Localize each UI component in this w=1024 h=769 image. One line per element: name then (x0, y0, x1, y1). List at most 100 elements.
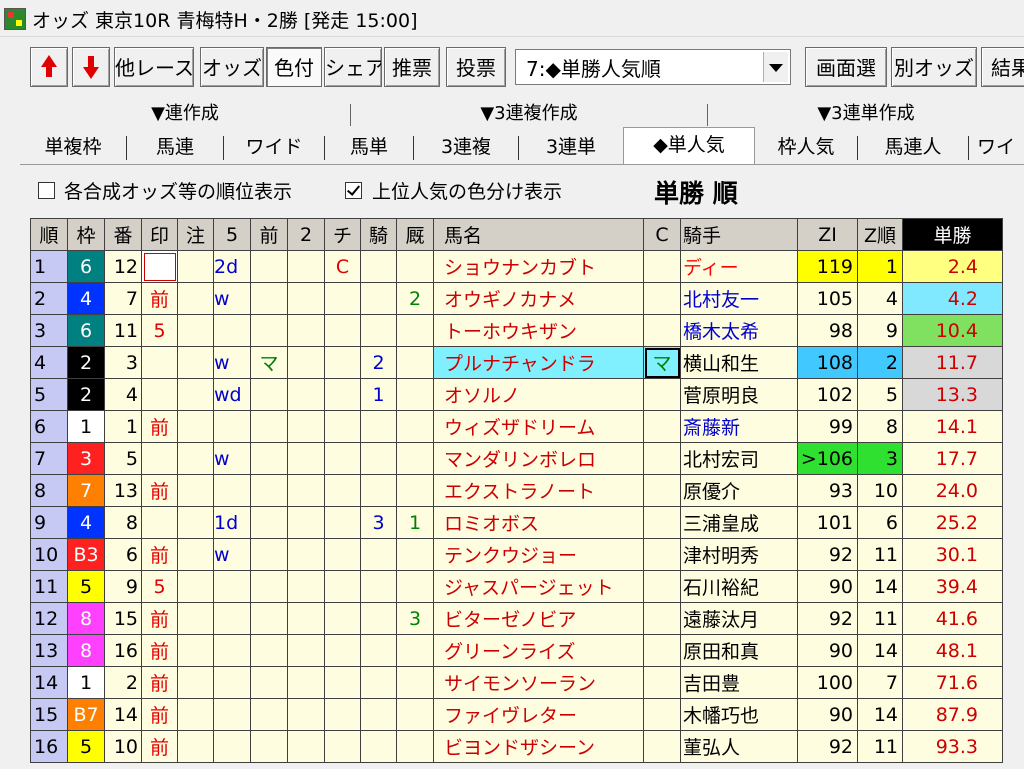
table-row[interactable]: 13 8 16 前 グリーンライズ 原田和真 90 14 48.1 (30, 634, 1003, 667)
prev-cell (250, 698, 288, 731)
jockey-cell: 斎藤新 (680, 410, 798, 443)
col-header-win-odds[interactable]: 単勝 (902, 218, 1003, 251)
col-header-mark[interactable]: 印 (141, 218, 178, 251)
table-row[interactable]: 5 2 4 wd 1 オソルノ 菅原明良 102 5 13.3 (30, 378, 1003, 411)
options-bar: 各合成オッズ等の順位表示 上位人気の色分け表示 単勝 順 (0, 172, 1024, 212)
other-odds-button[interactable]: 別オッズ (891, 47, 977, 87)
rank-cell: 16 (30, 730, 68, 763)
prev-race-button[interactable] (30, 47, 68, 87)
table-row[interactable]: 3 6 11 5 トーホウキザン 橋木太希 98 9 10.4 (30, 314, 1003, 347)
vote-button[interactable]: 投票 (446, 47, 506, 87)
table-row[interactable]: 14 1 2 前 サイモンソーラン 吉田豊 100 7 71.6 (30, 666, 1003, 699)
table-row[interactable]: 7 3 5 w マンダリンボレロ 北村宏司 >106 3 17.7 (30, 442, 1003, 475)
tab-3renpuku[interactable]: 3連複 (414, 130, 518, 164)
col-header-jockey[interactable]: 騎手 (680, 218, 798, 251)
tab-tan-ninki[interactable]: ◆単人気 (623, 127, 755, 165)
zi-cell: 102 (797, 378, 858, 411)
group-tab-3renpuku[interactable]: ▼3連複作成 (351, 100, 707, 128)
col-header-two[interactable]: 2 (287, 218, 325, 251)
jockey-cell: ディー (680, 250, 798, 283)
odds-button[interactable]: オッズ (200, 47, 264, 87)
chi-cell (324, 474, 361, 507)
zi-cell: 101 (797, 506, 858, 539)
chi-cell (324, 314, 361, 347)
dropdown-arrow-icon[interactable] (763, 52, 788, 82)
tab-umaren-ninki[interactable]: 馬連人 (858, 130, 968, 164)
two-cell (287, 602, 325, 635)
col-header-zrank[interactable]: Z順 (857, 218, 903, 251)
table-row[interactable]: 4 2 3 w マ 2 プルナチャンドラマ横山和生 108 2 11.7 (30, 346, 1003, 379)
table-row[interactable]: 15 B7 14 前ファイヴレター 木幡巧也 90 14 87.9 (30, 698, 1003, 731)
tab-wide-ninki[interactable]: ワイ (969, 130, 1024, 164)
ki-cell (360, 570, 397, 603)
mark-cell: 前 (141, 282, 178, 315)
five-cell: wd (213, 378, 251, 411)
group-tab-ren[interactable]: ▼連作成 (20, 100, 350, 128)
win-odds-cell: 39.4 (902, 570, 1003, 603)
color-popular-checkbox[interactable] (345, 182, 362, 199)
rank-cell: 5 (30, 378, 68, 411)
zi-cell: 99 (797, 410, 858, 443)
table-row[interactable]: 9 4 8 1d 3 1 ロミオボス 三浦皇成 101 6 25.2 (30, 506, 1003, 539)
table-row[interactable]: 11 5 9 5 ジャスパージェット 石川裕紀 90 14 39.4 (30, 570, 1003, 603)
horse-name-cell: テンクウジョー (433, 538, 644, 571)
col-header-chi[interactable]: チ (324, 218, 361, 251)
col-header-kyu[interactable]: 厩 (396, 218, 434, 251)
col-header-waku[interactable]: 枠 (67, 218, 105, 251)
ki-cell (360, 314, 397, 347)
share-button[interactable]: シェア (324, 47, 382, 87)
c-mark-cell (643, 730, 681, 763)
col-header-note[interactable]: 注 (177, 218, 214, 251)
col-header-zi[interactable]: ZI (797, 218, 858, 251)
horse-name-cell: エクストラノート (433, 474, 644, 507)
result-button[interactable]: 結果 (981, 47, 1024, 87)
note-cell (177, 378, 214, 411)
table-row[interactable]: 6 1 1 前ウィズザドリーム 斎藤新 99 8 14.1 (30, 410, 1003, 443)
kyu-cell: 2 (396, 282, 434, 315)
chi-cell (324, 506, 361, 539)
table-row[interactable]: 8 7 13 前 エクストラノート 原優介 93 10 24.0 (30, 474, 1003, 507)
recommend-button[interactable]: 推票 (384, 47, 440, 87)
col-header-ki[interactable]: 騎 (360, 218, 397, 251)
zrank-cell: 11 (857, 538, 903, 571)
col-header-ban[interactable]: 番 (104, 218, 142, 251)
next-race-button[interactable] (72, 47, 110, 87)
win-odds-cell: 71.6 (902, 666, 1003, 699)
table-row[interactable]: 12 8 15 前 3 ビターゼノビア 遠藤汰月 92 11 41.6 (30, 602, 1003, 635)
table-row[interactable]: 1 6 12 2d C ショウナンカブト ディー 119 1 2.4 (30, 250, 1003, 283)
tab-3rentan[interactable]: 3連単 (519, 130, 623, 164)
table-row[interactable]: 16 5 10 前 ビヨンドザシーン 菫弘人 92 11 93.3 (30, 730, 1003, 763)
five-cell: w (213, 282, 251, 315)
c-mark-cell (643, 378, 681, 411)
other-race-button[interactable]: 他レース (114, 47, 194, 87)
left-margin (0, 212, 30, 769)
col-header-prev[interactable]: 前 (250, 218, 288, 251)
zrank-cell: 14 (857, 570, 903, 603)
view-select[interactable]: 7:◆単勝人気順 (515, 49, 791, 85)
two-cell (287, 570, 325, 603)
col-header-c[interactable]: C (643, 218, 681, 251)
tab-umaren[interactable]: 馬連 (127, 130, 223, 164)
waku-cell: 5 (67, 570, 105, 603)
prev-cell (250, 378, 288, 411)
col-header-five[interactable]: 5 (213, 218, 251, 251)
jockey-cell: 木幡巧也 (680, 698, 798, 731)
chi-cell (324, 602, 361, 635)
tab-tanfukuwaku[interactable]: 単複枠 (20, 130, 126, 164)
two-cell (287, 698, 325, 731)
screen-select-button[interactable]: 画面選 (805, 47, 887, 87)
col-header-horse-name[interactable]: 馬名 (433, 218, 644, 251)
ki-cell (360, 634, 397, 667)
horse-name-cell: ビターゼノビア (433, 602, 644, 635)
col-header-rank[interactable]: 順 (30, 218, 68, 251)
table-row[interactable]: 10 B3 6 前 w テンクウジョー 津村明秀 92 11 30.1 (30, 538, 1003, 571)
win-odds-cell: 87.9 (902, 698, 1003, 731)
group-tab-3rentan[interactable]: ▼3連単作成 (708, 100, 1024, 128)
table-row[interactable]: 2 4 7 前 w 2 オウギノカナメ 北村友一 105 4 4.2 (30, 282, 1003, 315)
rank-combined-checkbox[interactable] (38, 182, 55, 199)
tab-umatan[interactable]: 馬単 (325, 130, 413, 164)
jockey-cell: 北村宏司 (680, 442, 798, 475)
tab-waku-ninki[interactable]: 枠人気 (755, 130, 857, 164)
color-button[interactable]: 色付 (266, 47, 322, 87)
tab-wide[interactable]: ワイド (224, 130, 324, 164)
